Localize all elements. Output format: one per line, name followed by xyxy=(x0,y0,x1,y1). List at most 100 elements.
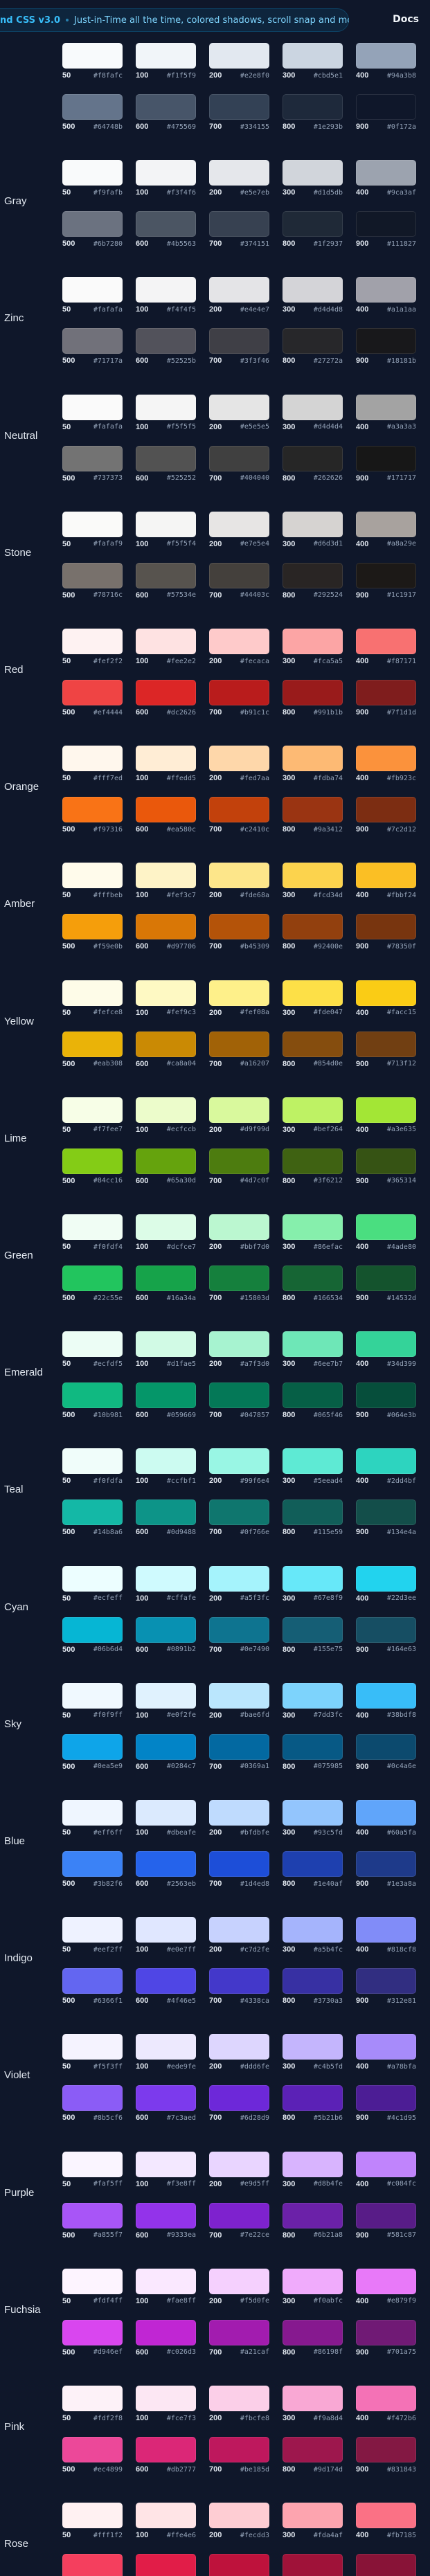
hex-value[interactable]: #a1a1aa xyxy=(387,306,416,314)
color-swatch[interactable] xyxy=(209,863,269,889)
color-swatch[interactable] xyxy=(209,2268,269,2294)
hex-value[interactable]: #fafaf9 xyxy=(93,540,123,548)
hex-value[interactable]: #d6d3d1 xyxy=(314,540,343,548)
hex-value[interactable]: #e7e5e4 xyxy=(240,540,269,548)
color-swatch[interactable] xyxy=(136,277,196,303)
hex-value[interactable]: #78350f xyxy=(387,943,416,951)
color-swatch[interactable] xyxy=(283,1800,343,1826)
color-swatch[interactable] xyxy=(62,43,123,69)
color-swatch[interactable] xyxy=(209,1214,269,1240)
hex-value[interactable]: #d8b4fe xyxy=(314,2180,343,2188)
color-swatch[interactable] xyxy=(62,2386,123,2411)
color-swatch[interactable] xyxy=(62,629,123,654)
docs-link[interactable]: Docs xyxy=(393,14,419,25)
hex-value[interactable]: #fef2f2 xyxy=(93,658,123,665)
hex-value[interactable]: #dbeafe xyxy=(167,1829,196,1837)
hex-value[interactable]: #fce7f3 xyxy=(167,2415,196,2422)
hex-value[interactable]: #bfdbfe xyxy=(240,1829,269,1837)
color-swatch[interactable] xyxy=(62,1800,123,1826)
hex-value[interactable]: #c4b5fd xyxy=(314,2063,343,2071)
hex-value[interactable]: #a5f3fc xyxy=(240,1594,269,1602)
hex-value[interactable]: #fee2e2 xyxy=(167,658,196,665)
color-swatch[interactable] xyxy=(283,2437,343,2462)
hex-value[interactable]: #fafafa xyxy=(93,306,123,314)
color-swatch[interactable] xyxy=(356,445,416,471)
hex-value[interactable]: #f5f5f4 xyxy=(167,540,196,548)
color-swatch[interactable] xyxy=(356,2085,416,2111)
hex-value[interactable]: #86198f xyxy=(314,2348,343,2356)
hex-value[interactable]: #0369a1 xyxy=(240,1763,269,1770)
hex-value[interactable]: #ffedd5 xyxy=(167,775,196,782)
color-swatch[interactable] xyxy=(283,2085,343,2111)
hex-value[interactable]: #6d28d9 xyxy=(240,2114,269,2122)
hex-value[interactable]: #ecfdf5 xyxy=(93,1360,123,1368)
color-swatch[interactable] xyxy=(356,1448,416,1475)
hex-value[interactable]: #94a3b8 xyxy=(387,72,416,80)
hex-value[interactable]: #7f1d1d xyxy=(387,709,416,717)
color-swatch[interactable] xyxy=(283,43,343,69)
hex-value[interactable]: #4ade80 xyxy=(387,1243,416,1251)
color-swatch[interactable] xyxy=(356,211,416,237)
hex-value[interactable]: #075985 xyxy=(314,1763,343,1770)
color-swatch[interactable] xyxy=(209,94,269,120)
color-swatch[interactable] xyxy=(356,863,416,889)
hex-value[interactable]: #2563eb xyxy=(167,1880,196,1888)
color-swatch[interactable] xyxy=(136,1214,196,1240)
hex-value[interactable]: #ec4899 xyxy=(93,2466,123,2474)
hex-value[interactable]: #fdba74 xyxy=(314,775,343,782)
hex-value[interactable]: #9333ea xyxy=(167,2231,196,2239)
hex-value[interactable]: #7c2d12 xyxy=(387,826,416,834)
hex-value[interactable]: #f7fee7 xyxy=(93,1126,123,1133)
color-swatch[interactable] xyxy=(136,445,196,471)
hex-value[interactable]: #ca8a04 xyxy=(167,1060,196,1068)
hex-value[interactable]: #fcd34d xyxy=(314,892,343,899)
hex-value[interactable]: #15803d xyxy=(240,1295,269,1302)
hex-value[interactable]: #a8a29e xyxy=(387,540,416,548)
hex-value[interactable]: #a78bfa xyxy=(387,2063,416,2071)
hex-value[interactable]: #4b5563 xyxy=(167,240,196,248)
color-swatch[interactable] xyxy=(136,1448,196,1475)
color-swatch[interactable] xyxy=(356,2319,416,2345)
hex-value[interactable]: #334155 xyxy=(240,123,269,131)
hex-value[interactable]: #f4f4f5 xyxy=(167,306,196,314)
color-swatch[interactable] xyxy=(209,1382,269,1409)
color-swatch[interactable] xyxy=(209,1565,269,1592)
color-swatch[interactable] xyxy=(283,1682,343,1709)
hex-value[interactable]: #818cf8 xyxy=(387,1946,416,1954)
hex-value[interactable]: #fef9c3 xyxy=(167,1009,196,1016)
hex-value[interactable]: #6b7280 xyxy=(93,240,123,248)
color-swatch[interactable] xyxy=(356,2151,416,2177)
color-swatch[interactable] xyxy=(136,2503,196,2529)
hex-value[interactable]: #a3e635 xyxy=(387,1126,416,1133)
color-swatch[interactable] xyxy=(283,1448,343,1475)
hex-value[interactable]: #38bdf8 xyxy=(387,1711,416,1719)
color-swatch[interactable] xyxy=(356,1382,416,1409)
color-swatch[interactable] xyxy=(62,1733,123,1760)
color-swatch[interactable] xyxy=(209,277,269,303)
color-swatch[interactable] xyxy=(356,1031,416,1057)
color-swatch[interactable] xyxy=(136,394,196,420)
hex-value[interactable]: #737373 xyxy=(93,474,123,482)
hex-value[interactable]: #fda4af xyxy=(314,2532,343,2539)
color-swatch[interactable] xyxy=(62,746,123,772)
color-swatch[interactable] xyxy=(283,562,343,588)
hex-value[interactable]: #ddd6fe xyxy=(240,2063,269,2071)
color-swatch[interactable] xyxy=(356,746,416,772)
color-swatch[interactable] xyxy=(62,980,123,1006)
color-swatch[interactable] xyxy=(356,2554,416,2576)
color-swatch[interactable] xyxy=(283,328,343,354)
color-swatch[interactable] xyxy=(356,1851,416,1877)
hex-value[interactable]: #059669 xyxy=(167,1412,196,1419)
color-swatch[interactable] xyxy=(62,445,123,471)
color-swatch[interactable] xyxy=(283,1382,343,1409)
color-swatch[interactable] xyxy=(283,1148,343,1174)
hex-value[interactable]: #27272a xyxy=(314,357,343,365)
hex-value[interactable]: #ccfbf1 xyxy=(167,1477,196,1485)
color-swatch[interactable] xyxy=(62,2268,123,2294)
hex-value[interactable]: #0c4a6e xyxy=(387,1763,416,1770)
hex-value[interactable]: #a16207 xyxy=(240,1060,269,1068)
color-swatch[interactable] xyxy=(283,2503,343,2529)
color-swatch[interactable] xyxy=(136,2085,196,2111)
color-swatch[interactable] xyxy=(62,2034,123,2060)
color-swatch[interactable] xyxy=(356,2503,416,2529)
